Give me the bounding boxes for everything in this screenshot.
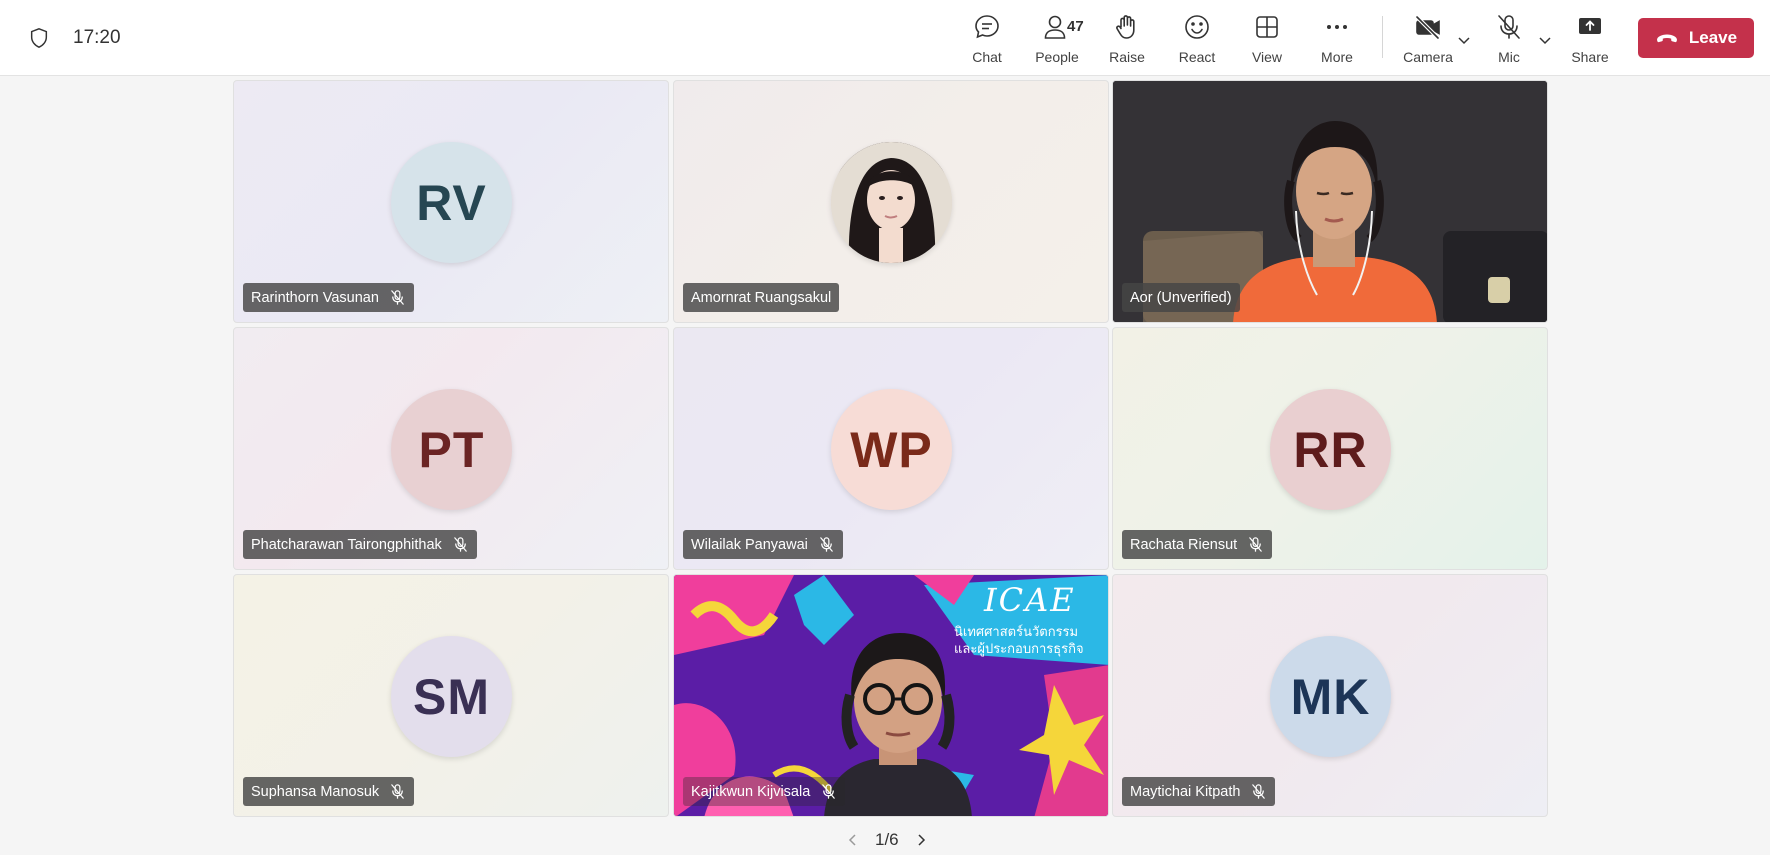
view-button[interactable]: View <box>1237 12 1297 68</box>
more-label: More <box>1321 49 1353 65</box>
participant-name-tag: Rarinthorn Vasunan <box>243 283 414 312</box>
more-button[interactable]: More <box>1307 12 1367 68</box>
raise-hand-button[interactable]: Raise <box>1097 12 1157 68</box>
participant-name-tag: Maytichai Kitpath <box>1122 777 1276 806</box>
participant-tile[interactable]: WP Wilailak Panyawai <box>673 327 1109 570</box>
participant-name-tag: Rachata Riensut <box>1122 530 1273 559</box>
participant-name-tag: Wilailak Panyawai <box>683 530 843 559</box>
participant-name-tag: Suphansa Manosuk <box>243 777 415 806</box>
share-button[interactable]: Share <box>1560 12 1620 68</box>
participant-name: Amornrat Ruangsakul <box>691 289 832 306</box>
react-label: React <box>1178 49 1216 65</box>
mic-muted-icon <box>391 784 404 799</box>
toolbar-divider <box>1382 16 1383 58</box>
hang-up-icon <box>1656 34 1677 43</box>
participant-tile[interactable]: Amornrat Ruangsakul <box>673 80 1109 323</box>
video-overlay-line-2: และผู้ประกอบการธุรกิจ <box>954 641 1084 656</box>
participant-name: Aor (Unverified) <box>1130 289 1232 306</box>
chat-icon <box>975 15 999 39</box>
avatar: RR <box>1270 389 1391 510</box>
participant-tile[interactable]: MK Maytichai Kitpath <box>1112 574 1548 817</box>
page-indicator: 1/6 <box>875 830 899 849</box>
gallery-pagination: 1/6 <box>845 830 929 850</box>
chat-label: Chat <box>972 49 1002 65</box>
avatar: RV <box>391 142 512 263</box>
mic-muted-icon <box>391 290 404 305</box>
avatar: MK <box>1270 636 1391 757</box>
react-button[interactable]: React <box>1167 12 1227 68</box>
participant-name-tag: Kajitkwun Kijvisala <box>683 777 846 806</box>
participant-name: Suphansa Manosuk <box>251 783 380 800</box>
participant-name-tag: Amornrat Ruangsakul <box>683 283 840 312</box>
people-button[interactable]: 47 People <box>1027 12 1087 68</box>
share-label: Share <box>1571 49 1609 65</box>
profile-photo <box>831 142 952 263</box>
mic-button[interactable]: Mic <box>1479 12 1539 68</box>
leave-label: Leave <box>1688 28 1738 47</box>
participant-tile[interactable]: RR Rachata Riensut <box>1112 327 1548 570</box>
avatar: WP <box>831 389 952 510</box>
meeting-timer: 17:20 <box>73 27 121 48</box>
raise-label: Raise <box>1109 49 1145 65</box>
participant-tile[interactable]: SM Suphansa Manosuk <box>233 574 669 817</box>
chat-button[interactable]: Chat <box>957 12 1017 68</box>
chevron-right-icon[interactable] <box>913 832 929 848</box>
profile-photo-avatar <box>831 142 952 263</box>
share-screen-icon <box>1579 18 1601 34</box>
participant-name: Wilailak Panyawai <box>691 536 808 553</box>
mic-options-chevron-icon[interactable] <box>1537 32 1553 48</box>
shield-icon[interactable] <box>28 27 50 49</box>
participant-name: Phatcharawan Tairongphithak <box>251 536 442 553</box>
participant-name: Maytichai Kitpath <box>1130 783 1241 800</box>
camera-label: Camera <box>1403 49 1453 65</box>
people-label: People <box>1035 49 1079 65</box>
view-label: View <box>1251 49 1283 65</box>
mic-muted-icon <box>1252 784 1266 799</box>
mic-muted-icon <box>1249 537 1262 552</box>
meeting-toolbar: 17:20 Chat 47 People Raise React View Mo… <box>0 0 1770 76</box>
people-count-badge: 47 <box>1067 18 1084 35</box>
participant-name: Rachata Riensut <box>1130 536 1238 553</box>
camera-off-icon <box>1415 15 1440 40</box>
camera-options-chevron-icon[interactable] <box>1456 32 1472 48</box>
participant-name-tag: Phatcharawan Tairongphithak <box>243 530 477 559</box>
smiley-icon <box>1185 15 1209 39</box>
hand-icon <box>1116 15 1135 39</box>
participant-tile[interactable]: RV Rarinthorn Vasunan <box>233 80 669 323</box>
camera-button[interactable]: Camera <box>1398 12 1458 68</box>
mic-off-icon <box>1498 15 1520 39</box>
participant-tile[interactable]: PT Phatcharawan Tairongphithak <box>233 327 669 570</box>
video-overlay-title: ICAE <box>984 581 1076 619</box>
participant-name: Rarinthorn Vasunan <box>251 289 379 306</box>
more-dots-icon <box>1327 25 1347 29</box>
avatar: PT <box>391 389 512 510</box>
participant-name: Kajitkwun Kijvisala <box>691 783 811 800</box>
leave-button[interactable]: Leave <box>1638 18 1754 58</box>
mic-muted-icon <box>454 537 467 552</box>
chevron-left-icon[interactable] <box>845 832 861 848</box>
avatar: SM <box>391 636 512 757</box>
participant-name-tag: Aor (Unverified) <box>1122 283 1240 312</box>
participant-video-tile[interactable]: Aor (Unverified) <box>1112 80 1548 323</box>
mic-label: Mic <box>1498 49 1520 65</box>
participant-video-tile[interactable]: ICAE นิเทศศาสตร์นวัตกรรม และผู้ประกอบการ… <box>673 574 1109 817</box>
mic-muted-icon <box>820 537 833 552</box>
grid-view-icon <box>1256 16 1278 38</box>
mic-muted-icon <box>822 784 836 799</box>
